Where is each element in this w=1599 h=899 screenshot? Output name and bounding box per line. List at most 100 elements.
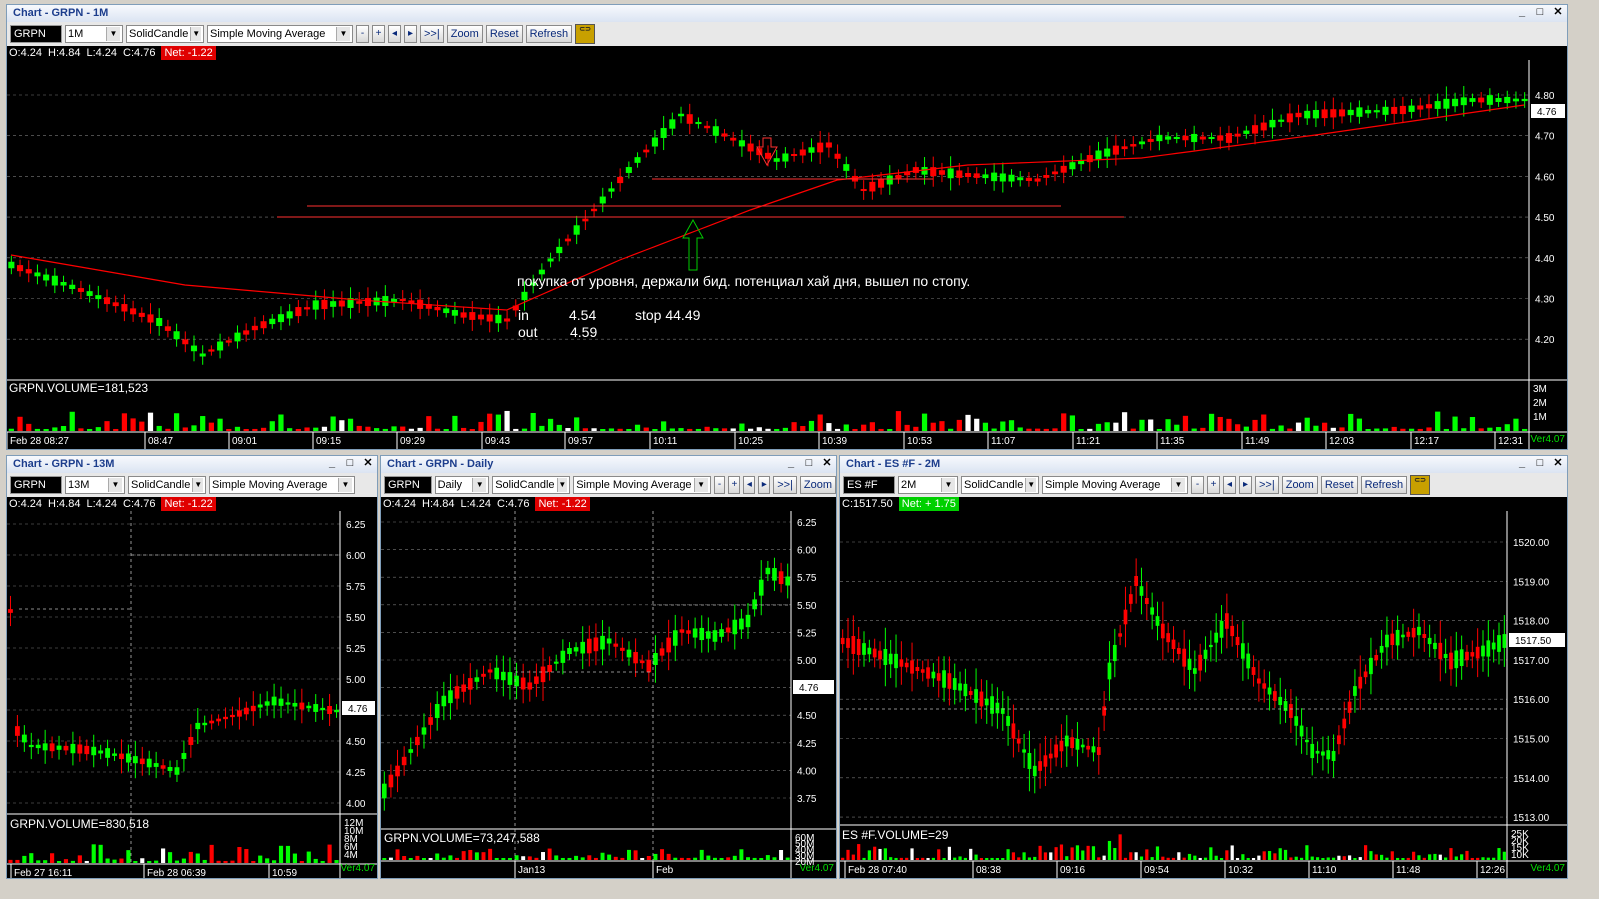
minimize-icon[interactable]: _ <box>784 456 798 471</box>
zoom-in-button[interactable]: + <box>372 25 385 43</box>
zoom-out-button[interactable]: - <box>356 25 369 43</box>
price-tick-label: 1519.00 <box>1513 577 1550 588</box>
volume-bar <box>846 849 850 860</box>
close-icon[interactable]: ✕ <box>1551 456 1565 471</box>
zoom-out-button[interactable]: - <box>713 476 726 494</box>
version-label: Ver4.07 <box>1530 863 1565 874</box>
candle-body <box>313 704 319 712</box>
volume-bar <box>862 857 866 860</box>
price-tick-label: 4.70 <box>1535 132 1555 143</box>
volume-bar <box>652 429 658 431</box>
scroll-right-button[interactable]: ▸ <box>758 476 771 494</box>
symbol-input[interactable]: GRPN <box>10 25 62 43</box>
volume-bar <box>713 428 719 431</box>
grpn-13m-titlebar[interactable]: Chart - GRPN - 13M _ □ ✕ <box>7 456 377 473</box>
close-icon[interactable]: ✕ <box>361 456 375 471</box>
volume-bar <box>402 856 407 860</box>
close-icon[interactable]: ✕ <box>820 456 834 471</box>
zoom-button[interactable]: Zoom <box>799 476 836 494</box>
volume-bar <box>1435 411 1441 431</box>
interval-select[interactable]: 13M ▼ <box>65 476 125 494</box>
refresh-button[interactable]: Refresh <box>525 25 573 43</box>
symbol-input[interactable]: GRPN <box>10 476 62 494</box>
scroll-left-button[interactable]: ◂ <box>388 25 401 43</box>
zoom-button[interactable]: Zoom <box>446 25 483 43</box>
volume-bar <box>808 420 815 431</box>
candle-body <box>1156 134 1163 142</box>
scroll-end-button[interactable]: >>| <box>773 476 797 494</box>
scroll-right-button[interactable]: ▸ <box>404 25 417 43</box>
link-icon[interactable]: ⊂⊃ <box>575 24 596 44</box>
scroll-end-button[interactable]: >>| <box>1255 476 1279 494</box>
grpn-daily-titlebar[interactable]: Chart - GRPN - Daily _ □ ✕ <box>381 456 836 473</box>
candle-body <box>1406 631 1411 637</box>
volume-bar <box>653 853 658 860</box>
candle-body <box>8 261 15 269</box>
minimize-icon[interactable]: _ <box>1515 456 1529 471</box>
interval-select[interactable]: 2M ▼ <box>898 476 958 494</box>
version-label: Ver4.07 <box>340 863 375 874</box>
volume-bar <box>1113 422 1119 431</box>
candle-body <box>1064 735 1069 747</box>
es-2m-price-chart[interactable]: 1520.00 1519.00 1518.00 1517.00 1516.00 1515.… <box>840 511 1567 878</box>
es-2m-titlebar[interactable]: Chart - ES #F - 2M _ □ ✕ <box>840 456 1567 473</box>
maximize-icon[interactable]: □ <box>802 456 816 471</box>
grpn-daily-price-chart[interactable]: 6.256.005.755.505.255.004.754.504.254.00… <box>381 511 836 878</box>
candle-body <box>773 158 780 162</box>
scroll-left-button[interactable]: ◂ <box>1223 476 1236 494</box>
volume-bar <box>365 426 371 431</box>
volume-bar <box>719 857 724 860</box>
price-tick-label: 5.75 <box>797 573 817 584</box>
volume-bar <box>1330 427 1336 431</box>
minimize-icon[interactable]: _ <box>325 456 339 471</box>
indicator-select[interactable]: Simple Moving Average ▼ <box>1042 476 1188 494</box>
volume-bar <box>791 422 797 431</box>
refresh-button[interactable]: Refresh <box>1360 476 1408 494</box>
interval-select[interactable]: 1M ▼ <box>65 25 123 43</box>
volume-bar <box>243 428 249 431</box>
maximize-icon[interactable]: □ <box>1533 456 1547 471</box>
zoom-in-button[interactable]: + <box>1207 476 1220 494</box>
main-price-chart[interactable]: 4.80 4.70 4.60 4.50 4.40 4.30 4.20 3M 2M 1M Feb 28… <box>7 60 1567 450</box>
candle-type-select[interactable]: SolidCandle ▼ <box>128 476 206 494</box>
candle-body <box>556 246 563 254</box>
candle-type-select[interactable]: SolidCandle ▼ <box>961 476 1039 494</box>
reset-button[interactable]: Reset <box>485 25 523 43</box>
scroll-end-button[interactable]: >>| <box>420 25 444 43</box>
last-price-label: 4.76 <box>1537 107 1557 118</box>
candle-type-select[interactable]: SolidCandle ▼ <box>492 476 571 494</box>
candle-body <box>1059 740 1064 752</box>
scroll-left-button[interactable]: ◂ <box>743 476 756 494</box>
scroll-right-button[interactable]: ▸ <box>1239 476 1252 494</box>
indicator-select[interactable]: Simple Moving Average ▼ <box>207 25 353 43</box>
symbol-input[interactable]: ES #F <box>843 476 895 494</box>
candle-body <box>540 666 546 683</box>
volume-bar <box>1011 852 1016 860</box>
time-tick-label: Feb 27 16:11 <box>14 868 73 878</box>
symbol-input[interactable]: GRPN <box>384 476 432 494</box>
indicator-select[interactable]: Simple Moving Average ▼ <box>573 476 711 494</box>
maximize-icon[interactable]: □ <box>343 456 357 471</box>
zoom-in-button[interactable]: + <box>728 476 741 494</box>
candle-body <box>1165 136 1172 140</box>
close-icon[interactable]: ✕ <box>1551 5 1565 20</box>
minimize-icon[interactable]: _ <box>1515 5 1529 20</box>
candle-body <box>1192 668 1197 674</box>
volume-bar <box>200 416 206 431</box>
indicator-value: Simple Moving Average <box>210 28 326 40</box>
grpn-daily-toolbar: GRPN Daily ▼ SolidCandle ▼ Simple Moving A… <box>381 473 836 497</box>
indicator-select[interactable]: Simple Moving Average ▼ <box>209 476 355 494</box>
maximize-icon[interactable]: □ <box>1533 5 1547 20</box>
volume-bar <box>587 855 592 860</box>
volume-bar <box>121 413 128 431</box>
candle-type-select[interactable]: SolidCandle ▼ <box>126 25 204 43</box>
link-icon[interactable]: ⊂⊃ <box>1410 475 1431 495</box>
volume-bar <box>1478 428 1484 431</box>
volume-bar <box>699 849 704 860</box>
price-tick-label: 1515.00 <box>1513 735 1550 746</box>
reset-button[interactable]: Reset <box>1320 476 1358 494</box>
zoom-button[interactable]: Zoom <box>1281 476 1318 494</box>
main-chart-titlebar[interactable]: Chart - GRPN - 1M _ □ ✕ <box>7 5 1567 22</box>
zoom-out-button[interactable]: - <box>1191 476 1204 494</box>
interval-select[interactable]: Daily ▼ <box>434 476 490 494</box>
